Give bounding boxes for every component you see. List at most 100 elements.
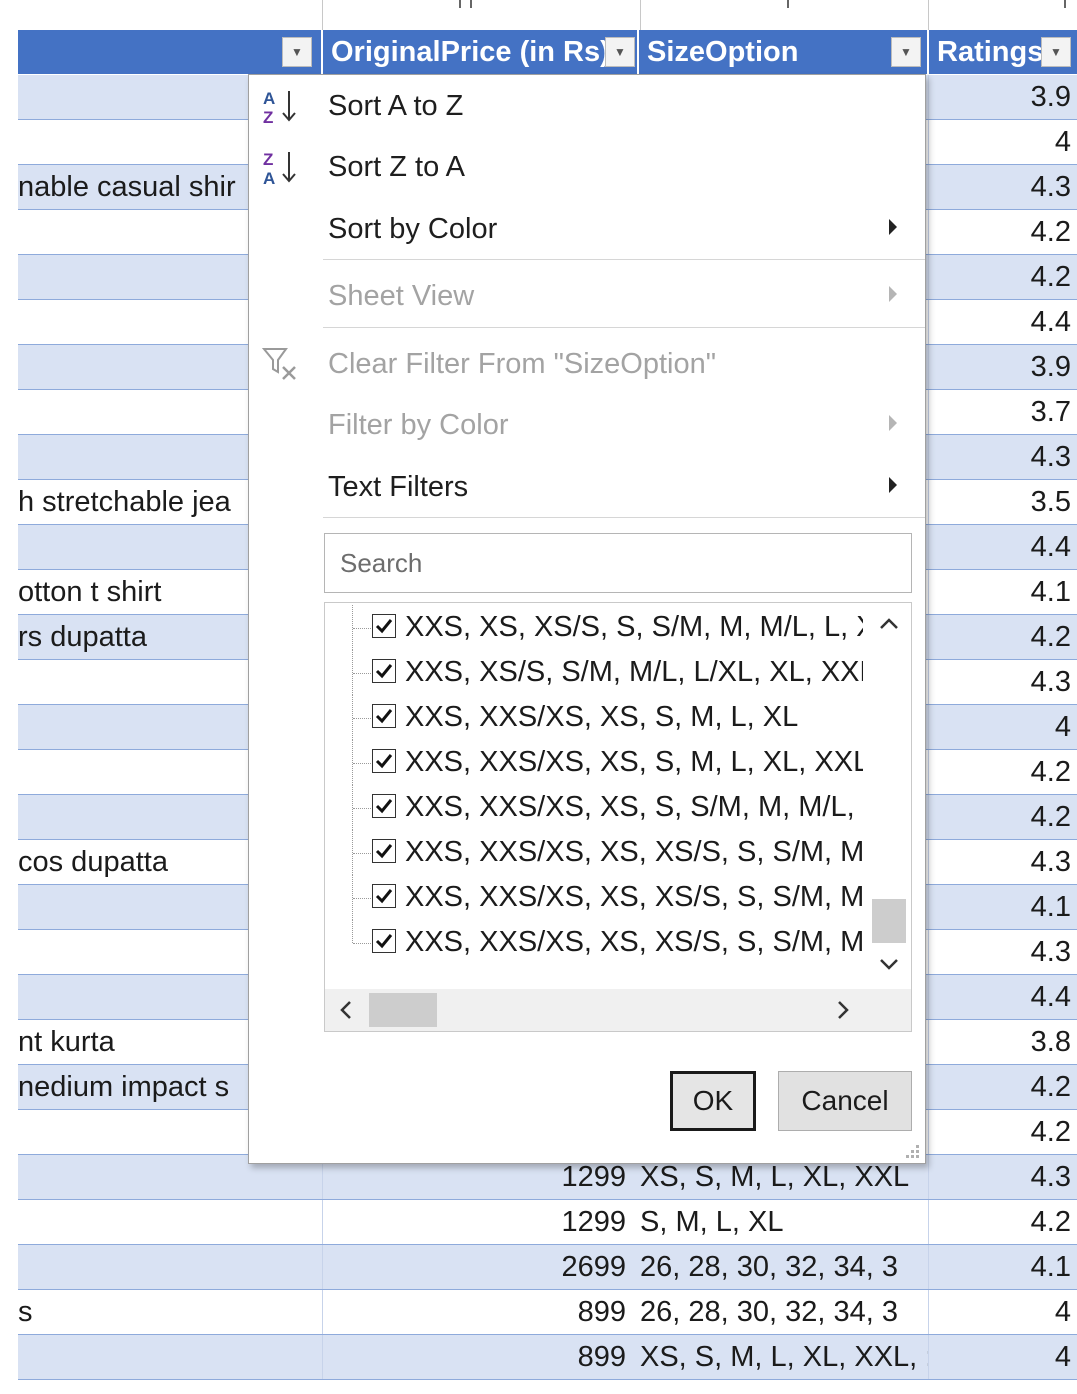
filter-item-checkbox[interactable] bbox=[372, 614, 396, 638]
cell-size-option[interactable]: 26, 28, 30, 32, 34, 3 bbox=[640, 1290, 928, 1334]
filter-item-checkbox[interactable] bbox=[372, 794, 396, 818]
cell-original-price[interactable]: 1299 bbox=[322, 1200, 632, 1244]
filter-list-item[interactable]: XXS, XS, XS/S, S, S/M, M, M/L, L, XL bbox=[325, 605, 865, 650]
menu-sort-a-to-z[interactable]: A Z Sort A to Z bbox=[249, 77, 925, 135]
cell-rating[interactable]: 4.3 bbox=[928, 930, 1077, 974]
cell-product-name[interactable]: s bbox=[18, 1290, 321, 1334]
scrollbar-corner bbox=[868, 989, 911, 1031]
menu-sheet-view: Sheet View bbox=[249, 267, 925, 325]
cell-rating[interactable]: 4.3 bbox=[928, 1155, 1077, 1199]
filter-item-checkbox[interactable] bbox=[372, 749, 396, 773]
cell-size-option[interactable]: XS, S, M, L, XL, XXL, : bbox=[640, 1335, 928, 1379]
cell-rating[interactable]: 4.2 bbox=[928, 1065, 1077, 1109]
cell-original-price[interactable]: 899 bbox=[322, 1290, 632, 1334]
cell-rating[interactable]: 4.2 bbox=[928, 1110, 1077, 1154]
header-name[interactable] bbox=[18, 30, 321, 74]
cell-rating[interactable]: 4 bbox=[928, 120, 1077, 164]
vertical-scrollbar[interactable] bbox=[868, 603, 910, 989]
filter-item-label: XXS, XXS/XS, XS, S, M, L, XL, XXL bbox=[405, 746, 863, 778]
filter-item-label: XXS, XXS/XS, XS, S, M, L, XL bbox=[405, 701, 799, 733]
filter-list-item[interactable]: XXS, XXS/XS, XS, S, S/M, M, M/L, L, bbox=[325, 785, 865, 830]
menu-sheet-view-label: Sheet View bbox=[328, 280, 475, 312]
cell-product-name[interactable] bbox=[18, 1335, 321, 1379]
cell-rating[interactable]: 3.9 bbox=[928, 75, 1077, 119]
checkmark-icon bbox=[375, 844, 393, 859]
horizontal-scroll-thumb[interactable] bbox=[369, 993, 437, 1027]
cell-rating[interactable]: 3.8 bbox=[928, 1020, 1077, 1064]
cell-rating[interactable]: 4.1 bbox=[928, 1245, 1077, 1289]
cell-rating[interactable]: 4.3 bbox=[928, 840, 1077, 884]
cell-rating[interactable]: 4.2 bbox=[928, 1200, 1077, 1244]
clear-filter-icon bbox=[261, 348, 296, 380]
cell-rating[interactable]: 3.5 bbox=[928, 480, 1077, 524]
cell-rating[interactable]: 4.1 bbox=[928, 570, 1077, 614]
cell-product-name[interactable] bbox=[18, 1200, 321, 1244]
cell-rating[interactable]: 4.2 bbox=[928, 255, 1077, 299]
cell-rating[interactable]: 4.1 bbox=[928, 885, 1077, 929]
filter-item-label: XXS, XS, XS/S, S, S/M, M, M/L, L, XL bbox=[405, 611, 863, 643]
filter-values-list[interactable]: XXS, XS, XS/S, S, S/M, M, M/L, L, XL XXS,… bbox=[324, 602, 912, 1032]
filter-item-checkbox[interactable] bbox=[372, 704, 396, 728]
svg-text:Z: Z bbox=[263, 108, 273, 127]
filter-dropdown-button-name[interactable]: ▼ bbox=[282, 37, 312, 67]
filter-item-checkbox[interactable] bbox=[372, 884, 396, 908]
cell-rating[interactable]: 4.3 bbox=[928, 435, 1077, 479]
cell-rating[interactable]: 4.2 bbox=[928, 210, 1077, 254]
cell-rating[interactable]: 3.9 bbox=[928, 345, 1077, 389]
resize-grip-icon[interactable] bbox=[905, 1143, 921, 1159]
header-size-option[interactable]: SizeOption bbox=[639, 30, 899, 74]
cell-rating[interactable]: 4.2 bbox=[928, 750, 1077, 794]
filter-list-item[interactable]: XXS, XXS/XS, XS, XS/S, S, S/M, M, M bbox=[325, 920, 865, 965]
filter-list-item[interactable]: XXS, XXS/XS, XS, S, M, L, XL bbox=[325, 695, 865, 740]
cell-rating[interactable]: 4.3 bbox=[928, 660, 1077, 704]
cell-rating[interactable]: 4.4 bbox=[928, 300, 1077, 344]
cell-rating[interactable]: 4.4 bbox=[928, 975, 1077, 1019]
menu-clear-filter: Clear Filter From "SizeOption" bbox=[249, 335, 925, 393]
cell-size-option[interactable]: 26, 28, 30, 32, 34, 3 bbox=[640, 1245, 928, 1289]
scroll-right-icon[interactable] bbox=[830, 997, 856, 1023]
filter-search-input[interactable] bbox=[324, 533, 912, 593]
autofilter-dropdown-panel: A Z Sort A to Z Z A Sort Z to A Sort by … bbox=[248, 74, 926, 1164]
table-header-row: ▼ OriginalPrice (in Rs) ▼ SizeOption ▼ R… bbox=[18, 30, 1077, 74]
cell-rating[interactable]: 4.2 bbox=[928, 795, 1077, 839]
filter-item-checkbox[interactable] bbox=[372, 659, 396, 683]
tree-line bbox=[353, 718, 371, 720]
filter-item-checkbox[interactable] bbox=[372, 929, 396, 953]
cell-rating[interactable]: 4 bbox=[928, 1290, 1077, 1334]
cell-original-price[interactable]: 2699 bbox=[322, 1245, 632, 1289]
filter-dropdown-button-size[interactable]: ▼ bbox=[891, 37, 921, 67]
scroll-up-icon[interactable] bbox=[876, 611, 902, 637]
menu-sort-z-to-a[interactable]: Z A Sort Z to A bbox=[249, 138, 925, 196]
ok-button[interactable]: OK bbox=[670, 1071, 756, 1131]
cell-original-price[interactable]: 899 bbox=[322, 1335, 632, 1379]
filter-list-item[interactable]: XXS, XS/S, S/M, M/L, L/XL, XL, XXL bbox=[325, 650, 865, 695]
cell-rating[interactable]: 3.7 bbox=[928, 390, 1077, 434]
table-row: s 899 26, 28, 30, 32, 34, 34 bbox=[18, 1290, 1077, 1335]
header-ratings[interactable]: Ratings bbox=[929, 30, 1049, 74]
scroll-down-icon[interactable] bbox=[876, 951, 902, 977]
menu-sort-z-to-a-label: Sort Z to A bbox=[328, 151, 465, 183]
filter-dropdown-button-price[interactable]: ▼ bbox=[605, 37, 635, 67]
cell-product-name[interactable] bbox=[18, 1245, 321, 1289]
filter-item-checkbox[interactable] bbox=[372, 839, 396, 863]
menu-sort-by-color[interactable]: Sort by Color bbox=[249, 200, 925, 258]
sort-ascending-icon: A Z bbox=[263, 89, 296, 127]
filter-dropdown-button-ratings[interactable]: ▼ bbox=[1041, 37, 1071, 67]
filter-list-item[interactable]: XXS, XXS/XS, XS, S, M, L, XL, XXL bbox=[325, 740, 865, 785]
filter-list-item[interactable]: XXS, XXS/XS, XS, XS/S, S, S/M, M, L bbox=[325, 830, 865, 875]
menu-divider bbox=[323, 259, 925, 260]
checkmark-icon bbox=[375, 664, 393, 679]
vertical-scroll-thumb[interactable] bbox=[872, 899, 906, 943]
header-original-price[interactable]: OriginalPrice (in Rs) bbox=[323, 30, 613, 74]
horizontal-scrollbar[interactable] bbox=[325, 989, 868, 1031]
filter-list-item[interactable]: XXS, XXS/XS, XS, XS/S, S, S/M, M, M bbox=[325, 875, 865, 920]
menu-text-filters[interactable]: Text Filters bbox=[249, 458, 925, 516]
cancel-button[interactable]: Cancel bbox=[778, 1071, 912, 1131]
scroll-left-icon[interactable] bbox=[333, 997, 359, 1023]
cell-rating[interactable]: 4 bbox=[928, 705, 1077, 749]
cell-rating[interactable]: 4.4 bbox=[928, 525, 1077, 569]
cell-rating[interactable]: 4.3 bbox=[928, 165, 1077, 209]
cell-rating[interactable]: 4 bbox=[928, 1335, 1077, 1379]
cell-rating[interactable]: 4.2 bbox=[928, 615, 1077, 659]
cell-size-option[interactable]: S, M, L, XL bbox=[640, 1200, 928, 1244]
